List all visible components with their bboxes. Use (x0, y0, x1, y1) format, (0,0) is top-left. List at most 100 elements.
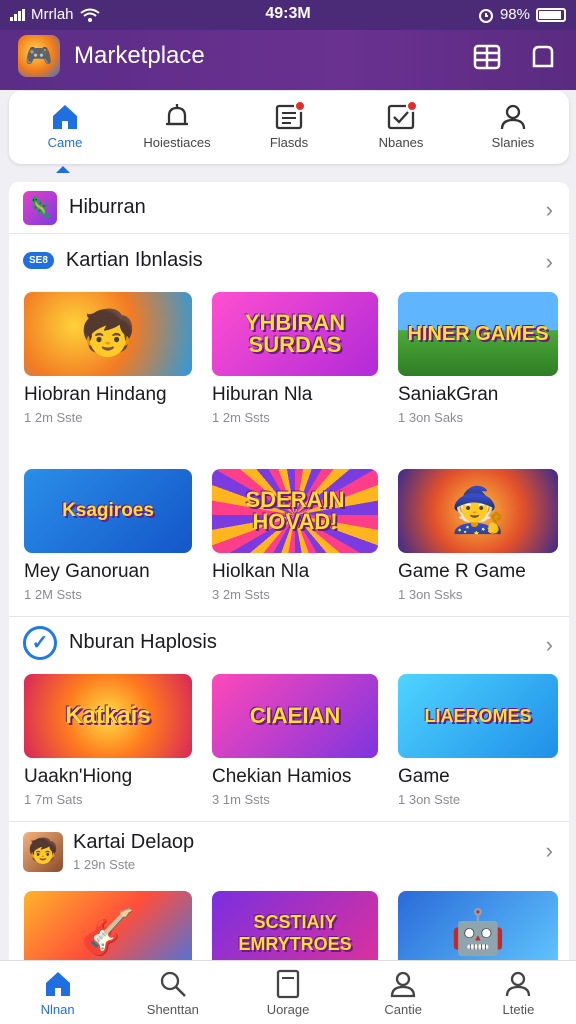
chevron-right-icon[interactable]: › (546, 249, 553, 275)
game-card[interactable]: LIAEROMES Game 1 3on Sste (398, 674, 558, 807)
thumbnail-logo-text: HINER GAMES (407, 323, 549, 345)
game-meta: 1 3on Ssks (398, 587, 463, 602)
game-card[interactable]: SCSTIAIY EMRYTROES (212, 891, 378, 960)
section-title: Nburan Haplosis (69, 631, 217, 653)
home-icon (50, 102, 80, 132)
section-nburan[interactable]: ✓ Nburan Haplosis › (9, 616, 569, 668)
chevron-right-icon[interactable]: › (546, 197, 553, 223)
tab-hoiestiaces[interactable]: Hoiestiaces (121, 91, 233, 164)
tab-label: Came (47, 135, 83, 150)
bell-icon (162, 102, 192, 132)
grid-list-icon[interactable] (472, 42, 502, 72)
bottom-nav: Nlnan Shenttan Uorage Cantie Ltetie (0, 960, 576, 1024)
thumbnail-logo-text: YHBIRAN SURDAS (244, 310, 346, 357)
tab-label: Nbanes (378, 135, 424, 150)
bottom-tab-label: Ltetie (502, 1002, 535, 1017)
tab-label: Hoiestiaces (143, 135, 211, 150)
game-thumbnail: 🎸 (24, 891, 192, 960)
game-name: Hiolkan Nla (212, 561, 310, 582)
section-kartai[interactable]: 🧒 Kartai Delaop 1 29n Sste › (9, 821, 569, 881)
tab-label: Flasds (269, 135, 309, 150)
game-card[interactable]: 🤖 (398, 891, 558, 960)
tab-nbanes[interactable]: Nbanes (345, 91, 457, 164)
game-name: Game (398, 766, 450, 787)
game-meta: 3 1m Ssts (212, 792, 270, 807)
bottom-tab-search[interactable]: Shenttan (115, 961, 230, 1024)
game-meta: 1 2m Sste (24, 410, 83, 425)
game-meta: 1 2m Ssts (212, 410, 270, 425)
game-name: Mey Ganoruan (24, 561, 150, 582)
game-thumbnail: YHBIRAN SURDAS (212, 292, 378, 376)
document-icon (273, 969, 303, 999)
game-thumbnail: LIAEROMES (398, 674, 558, 758)
game-card[interactable]: Ksagiroes Mey Ganoruan 1 2M Ssts (24, 469, 192, 602)
bottom-tab-label: Uorage (266, 1002, 310, 1017)
bottom-tab-label: Cantie (384, 1002, 422, 1017)
chevron-right-icon[interactable]: › (546, 632, 553, 658)
game-controller-icon: 🦎 (23, 190, 57, 225)
game-thumbnail: SCSTIAIY EMRYTROES (212, 891, 378, 960)
tab-label: Slanies (491, 135, 535, 150)
game-card[interactable]: CIAEIAN Chekian Hamios 3 1m Ssts (212, 674, 378, 807)
document-icon (274, 100, 306, 132)
game-card[interactable]: YHBIRAN SURDAS Hiburan Nla 1 2m Ssts (212, 292, 378, 425)
game-grid-nburan: Katkais Uaakn'Hiong 1 7m Sats CIAEIAN Ch… (9, 668, 569, 807)
thumbnail-logo-text: CIAEIAN (249, 703, 341, 728)
thumbnail-logo-text: SDERAIN HOVAD! (245, 487, 345, 534)
game-thumbnail: HINER GAMES (398, 292, 558, 376)
game-thumbnail: 🤖 (398, 891, 558, 960)
game-meta: 1 7m Sats (24, 792, 83, 807)
app-logo-icon[interactable]: 🎮 (18, 35, 60, 77)
chevron-right-icon[interactable]: › (546, 838, 553, 864)
app-title: Marketplace (74, 42, 205, 69)
game-meta: 1 2M Ssts (24, 587, 82, 602)
section-title: Kartai Delaop (73, 831, 195, 853)
section-hiburran[interactable]: 🦎 Hiburran › (9, 182, 569, 234)
alarm-icon (478, 8, 493, 23)
game-card[interactable]: 🎸 (24, 891, 192, 960)
game-card[interactable]: HINER GAMES SaniakGran 1 3on Saks (398, 292, 558, 425)
search-icon (158, 969, 188, 999)
checkbox-icon (386, 100, 418, 132)
game-name: Chekian Hamios (212, 766, 352, 787)
battery-icon (536, 7, 566, 22)
status-right: 98% (478, 6, 566, 23)
person-icon (503, 969, 533, 999)
section-kartian[interactable]: SE8 Kartian Ibnlasis › (9, 234, 569, 286)
game-thumbnail: 🧒 (24, 292, 192, 376)
section-text: Kartai Delaop 1 29n Sste (73, 831, 194, 872)
tab-slanies[interactable]: Slanies (457, 91, 569, 164)
game-card[interactable]: 🧙 Game R Game 1 3on Ssks (398, 469, 558, 602)
game-card[interactable]: SDERAIN HOVAD! Hiolkan Nla 3 2m Ssts (212, 469, 378, 602)
game-card[interactable]: Katkais Uaakn'Hiong 1 7m Sats (24, 674, 192, 807)
top-nav: Came Hoiestiaces Flasds Nbanes Slanies (9, 91, 569, 164)
game-meta: 3 2m Ssts (212, 587, 270, 602)
bottom-tab-home[interactable]: Nlnan (0, 961, 115, 1024)
active-tab-indicator (56, 166, 70, 173)
thumbnail-logo-text: LIAEROMES (424, 706, 532, 726)
thumbnail-logo-text: Ksagiroes (62, 500, 154, 521)
tab-came[interactable]: Came (9, 91, 121, 164)
game-grid-kartai: 🎸 SCSTIAIY EMRYTROES 🤖 (9, 881, 569, 960)
bottom-tab-storage[interactable]: Uorage (230, 961, 345, 1024)
game-card[interactable]: 🧒 Hiobran Hindang 1 2m Sste (24, 292, 192, 425)
chat-icon[interactable] (528, 42, 558, 72)
game-name: Hiburan Nla (212, 384, 313, 405)
bottom-tab-profile[interactable]: Ltetie (461, 961, 576, 1024)
game-name: SaniakGran (398, 384, 499, 405)
game-meta: 1 3on Saks (398, 410, 464, 425)
section-meta: 1 29n Sste (73, 857, 136, 872)
game-name: Game R Game (398, 561, 526, 582)
thumbnail-logo-text: Katkais (65, 702, 151, 729)
person-icon (388, 969, 418, 999)
battery-percent: 98% (499, 6, 530, 23)
home-icon (43, 969, 73, 999)
person-icon (498, 102, 528, 132)
section-title: Kartian Ibnlasis (65, 248, 203, 271)
status-bar: Mrrlah 49:3M 98% (0, 0, 576, 30)
tab-flasds[interactable]: Flasds (233, 91, 345, 164)
bottom-tab-account[interactable]: Cantie (346, 961, 461, 1024)
section-badge: SE8 (23, 251, 54, 269)
notification-badge (294, 100, 306, 112)
game-name: Uaakn'Hiong (24, 766, 133, 787)
